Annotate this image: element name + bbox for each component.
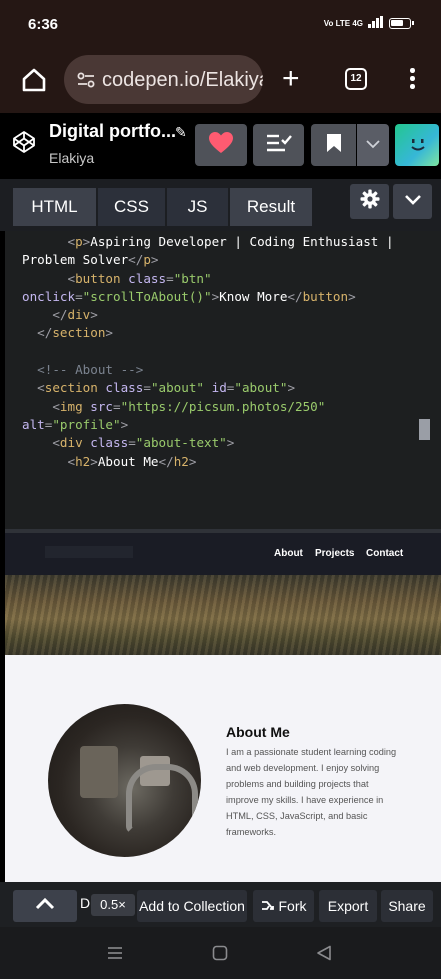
new-tab-icon[interactable]: +	[282, 64, 300, 94]
tab-html[interactable]: HTML	[13, 188, 96, 226]
zoom-level[interactable]: 0.5×	[91, 894, 135, 916]
nav-link-about[interactable]: About	[274, 548, 303, 559]
about-paragraph: I am a passionate student learning codin…	[226, 747, 397, 837]
editor-settings-button[interactable]	[350, 184, 389, 219]
editor-scrollbar[interactable]	[419, 419, 430, 440]
pin-button[interactable]	[311, 124, 356, 166]
cellular-bars-icon	[368, 16, 384, 31]
tab-css[interactable]: CSS	[98, 188, 165, 226]
add-to-collection-button[interactable]: Add to Collection	[137, 890, 247, 922]
export-button[interactable]: Export	[319, 890, 377, 922]
site-logo	[45, 546, 133, 558]
list-check-icon	[265, 132, 293, 159]
editor-tab-bar: HTML CSS JS Result	[0, 179, 441, 231]
site-navbar: About Projects Contact	[5, 533, 441, 575]
home-icon[interactable]	[20, 66, 50, 96]
pen-action-bar: D 0.5× Add to Collection Fork Export Sha…	[0, 882, 441, 927]
fork-label: Fork	[278, 898, 307, 914]
truncated-label: D	[80, 895, 91, 911]
smiley-icon	[409, 138, 427, 152]
pen-title[interactable]: Digital portfo...	[49, 121, 176, 142]
profile-image	[48, 704, 201, 857]
system-navigation-bar	[0, 927, 441, 979]
bookmark-icon	[326, 133, 342, 158]
battery-icon	[389, 18, 414, 29]
like-button[interactable]	[195, 124, 247, 166]
status-bar: 6:36 Vo LTE 4G	[0, 0, 441, 50]
edit-title-icon[interactable]: ✎	[175, 124, 187, 141]
tab-js[interactable]: JS	[167, 188, 228, 226]
hero-image	[5, 575, 441, 655]
back-icon[interactable]	[316, 945, 332, 966]
status-icons: Vo LTE 4G	[323, 16, 414, 31]
fork-icon	[261, 898, 275, 914]
heart-icon	[208, 131, 234, 159]
chevron-down-icon	[366, 136, 380, 154]
tab-result[interactable]: Result	[230, 188, 312, 226]
html-code-editor[interactable]: <p>Aspiring Developer | Coding Enthusias…	[5, 231, 441, 531]
expand-button[interactable]	[13, 890, 77, 922]
code-content: <p>Aspiring Developer | Coding Enthusias…	[22, 234, 394, 469]
user-avatar[interactable]	[395, 124, 439, 166]
chevron-up-icon	[35, 897, 55, 915]
editor-layout-button[interactable]	[393, 184, 432, 219]
overflow-menu-icon[interactable]	[410, 68, 416, 90]
site-settings-icon[interactable]	[76, 70, 96, 90]
pen-author[interactable]: Elakiya	[49, 150, 94, 166]
status-time: 6:36	[28, 16, 59, 33]
add-to-list-button[interactable]	[253, 124, 304, 166]
about-heading: About Me	[226, 724, 290, 740]
share-button[interactable]: Share	[381, 890, 433, 922]
nav-link-contact[interactable]: Contact	[366, 548, 403, 559]
address-bar[interactable]: codepen.io/Elakiya	[64, 55, 263, 104]
nav-link-projects[interactable]: Projects	[315, 548, 354, 559]
codepen-header: Digital portfo... ✎ Elakiya	[0, 113, 441, 179]
pin-options-button[interactable]	[357, 124, 389, 166]
chevron-down-icon	[404, 193, 422, 211]
signal-icon: Vo LTE 4G	[323, 19, 363, 28]
browser-toolbar: codepen.io/Elakiya + 12	[0, 50, 441, 113]
result-preview[interactable]: About Projects Contact About Me I am a p…	[5, 533, 441, 882]
fork-button[interactable]: Fork	[253, 890, 314, 922]
gear-icon	[360, 189, 380, 214]
recent-apps-icon[interactable]	[107, 945, 123, 966]
url-text: codepen.io/Elakiya	[102, 69, 263, 91]
codepen-logo-icon[interactable]	[12, 130, 36, 154]
home-nav-icon[interactable]	[212, 945, 228, 966]
tab-switcher-button[interactable]: 12	[345, 68, 367, 90]
